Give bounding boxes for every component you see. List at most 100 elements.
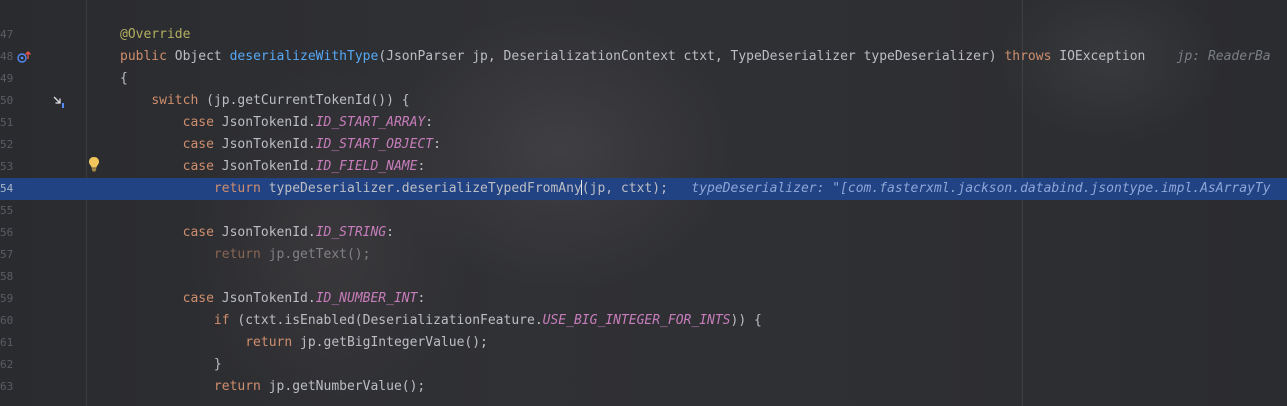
code-token: case [182, 225, 222, 240]
code-token: IOException [1059, 49, 1146, 64]
code-token: ID_NUMBER_INT [315, 291, 418, 306]
line-number[interactable]: 47 [0, 24, 13, 46]
code-line[interactable]: 57 return jp.getText(); [0, 244, 1287, 266]
line-number[interactable]: 58 [0, 266, 13, 288]
code-token: JsonTokenId. [221, 225, 316, 240]
code-token: case [182, 291, 222, 306]
code-token: (jp.getCurrentTokenId()) { [206, 93, 410, 108]
code-line[interactable]: 59 case JsonTokenId.ID_NUMBER_INT: [0, 288, 1287, 310]
code-token: ID_STRING [315, 225, 387, 240]
line-number[interactable]: 52 [0, 134, 13, 156]
code-token: (ctxt.isEnabled(DeserializationFeature. [237, 313, 543, 328]
code-text[interactable]: return typeDeserializer.deserializeTyped… [120, 178, 1271, 200]
line-number[interactable]: 51 [0, 112, 13, 134]
code-token: return [245, 335, 301, 350]
code-line[interactable]: 48 public Object deserializeWithType(Json… [0, 46, 1287, 68]
code-text[interactable]: { [120, 68, 128, 90]
code-token: @Override [120, 27, 191, 42]
line-number[interactable]: 48 [0, 46, 13, 68]
code-token: jp.getNumberValue(); [268, 379, 426, 394]
code-token: )) { [730, 313, 762, 328]
line-number[interactable]: 50 [0, 90, 13, 112]
override-up-arrow-icon[interactable] [16, 49, 32, 65]
code-token: jp.getText(); [268, 247, 371, 262]
code-text[interactable]: return jp.getText(); [120, 244, 371, 266]
code-text[interactable]: case JsonTokenId.ID_FIELD_NAME: [120, 156, 426, 178]
inline-debug-hint: jp: ReaderBa [1145, 49, 1271, 64]
code-text[interactable]: case JsonTokenId.ID_NUMBER_INT: [120, 288, 426, 310]
code-text[interactable]: case JsonTokenId.ID_START_ARRAY: [120, 112, 433, 134]
code-text[interactable]: case JsonTokenId.ID_START_OBJECT: [120, 134, 441, 156]
code-line[interactable]: 61 return jp.getBigIntegerValue(); [0, 332, 1287, 354]
code-token: switch [151, 93, 207, 108]
code-token: : [417, 159, 426, 174]
code-text[interactable]: switch (jp.getCurrentTokenId()) { [120, 90, 410, 112]
code-token: public [120, 49, 175, 64]
code-line[interactable]: 47 @Override [0, 24, 1287, 46]
line-number[interactable]: 61 [0, 332, 13, 354]
code-token: throws [1004, 49, 1060, 64]
code-line[interactable]: 62 } [0, 354, 1287, 376]
code-line[interactable]: 55 [0, 200, 1287, 222]
code-token: : [425, 115, 434, 130]
code-token: (jp, ctxt); [581, 181, 668, 196]
code-token: (JsonParser jp, DeserializationContext c… [378, 49, 1005, 64]
code-line[interactable]: 58 [0, 266, 1287, 288]
code-token: JsonTokenId. [221, 159, 316, 174]
code-token: USE_BIG_INTEGER_FOR_INTS [542, 313, 731, 328]
code-line[interactable]: 53 case JsonTokenId.ID_FIELD_NAME: [0, 156, 1287, 178]
line-number[interactable]: 54 [0, 178, 13, 200]
line-number[interactable]: 53 [0, 156, 13, 178]
code-token: typeDeserializer.deserializeTypedFromAny [268, 181, 582, 196]
code-text[interactable]: if (ctxt.isEnabled(DeserializationFeatur… [120, 310, 762, 332]
code-token: return [213, 247, 269, 262]
code-line[interactable]: 51 case JsonTokenId.ID_START_ARRAY: [0, 112, 1287, 134]
line-number[interactable]: 49 [0, 68, 13, 90]
code-text[interactable]: return jp.getBigIntegerValue(); [120, 332, 488, 354]
code-token: case [182, 137, 222, 152]
code-token: ID_START_ARRAY [315, 115, 426, 130]
line-number[interactable]: 62 [0, 354, 13, 376]
code-token: JsonTokenId. [221, 115, 316, 130]
line-number[interactable]: 55 [0, 200, 13, 222]
code-token: ID_FIELD_NAME [315, 159, 418, 174]
code-line[interactable]: 60 if (ctxt.isEnabled(DeserializationFea… [0, 310, 1287, 332]
code-text[interactable]: return jp.getNumberValue(); [120, 376, 425, 398]
line-number[interactable]: 59 [0, 288, 13, 310]
code-text[interactable]: public Object deserializeWithType(JsonPa… [120, 46, 1271, 68]
line-number[interactable]: 63 [0, 376, 13, 398]
code-token: : [417, 291, 426, 306]
line-number[interactable]: 60 [0, 310, 13, 332]
code-line[interactable]: 49 { [0, 68, 1287, 90]
code-token: JsonTokenId. [221, 291, 316, 306]
code-text[interactable]: case JsonTokenId.ID_STRING: [120, 222, 394, 244]
code-text[interactable]: @Override [120, 24, 190, 46]
lightbulb-icon[interactable] [86, 156, 102, 172]
debugger-step-icon[interactable] [52, 94, 68, 110]
code-token: jp.getBigIntegerValue(); [300, 335, 488, 350]
code-line[interactable]: 50 switch (jp.getCurrentTokenId()) { [0, 90, 1287, 112]
line-number[interactable]: 57 [0, 244, 13, 266]
code-editor[interactable]: 47 @Override 48 public Object deserializeWi… [0, 0, 1287, 406]
code-token: Object [174, 49, 230, 64]
code-line[interactable]: 56 case JsonTokenId.ID_STRING: [0, 222, 1287, 244]
code-token: if [213, 313, 238, 328]
code-token: deserializeWithType [229, 49, 379, 64]
code-token: : [386, 225, 394, 240]
code-line[interactable]: 63 return jp.getNumberValue(); [0, 376, 1287, 398]
code-line-current[interactable]: 54 return typeDeserializer.deserializeTy… [0, 178, 1287, 200]
code-line[interactable]: 52 case JsonTokenId.ID_START_OBJECT: [0, 134, 1287, 156]
code-token: ID_START_OBJECT [315, 137, 434, 152]
code-token: case [182, 159, 222, 174]
code-text[interactable]: } [120, 354, 222, 376]
line-number[interactable]: 56 [0, 222, 13, 244]
